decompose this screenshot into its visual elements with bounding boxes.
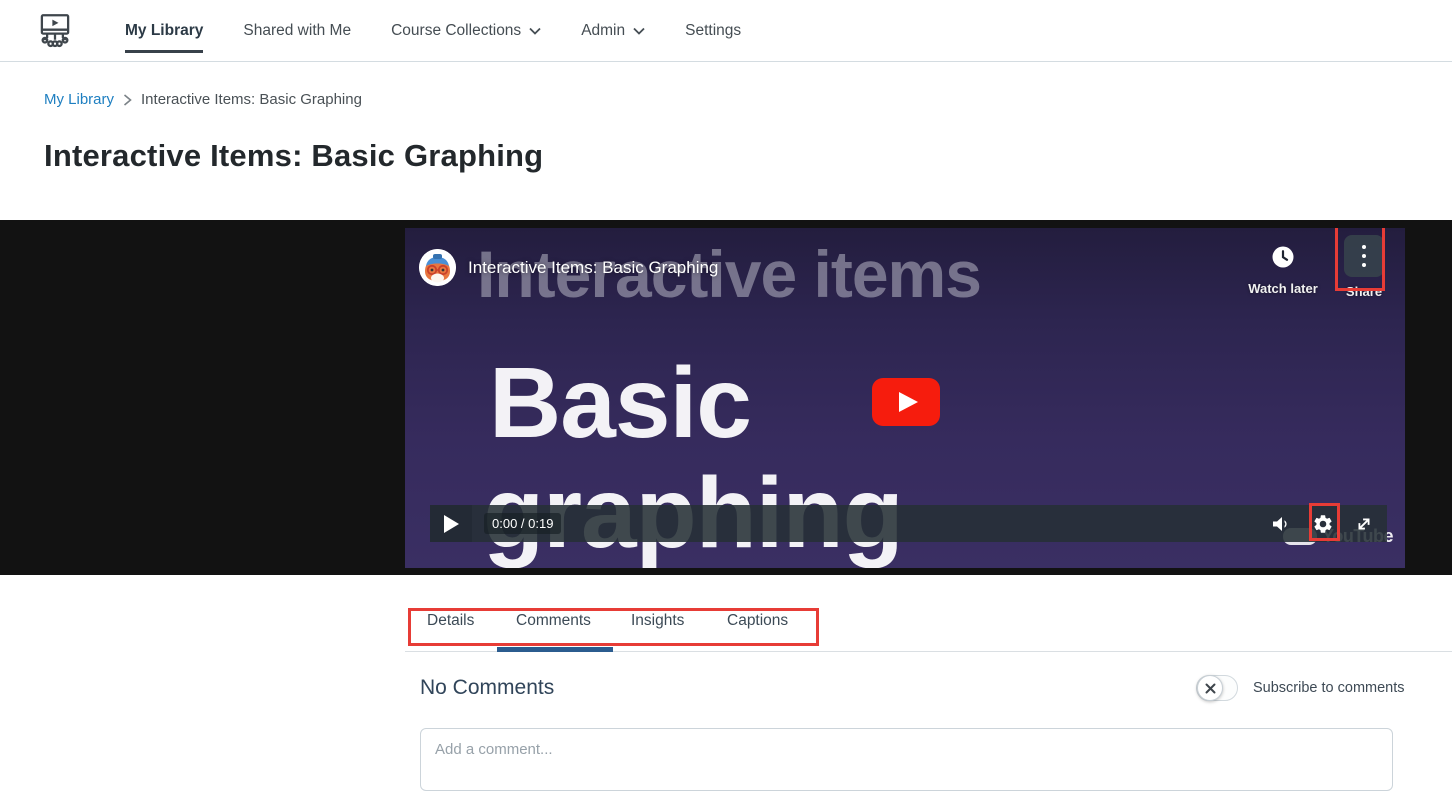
nav-settings-label: Settings (685, 22, 741, 40)
tab-comments[interactable]: Comments (516, 612, 591, 630)
nav-course-collections[interactable]: Course Collections (391, 0, 541, 61)
watch-later-label: Watch later (1243, 281, 1323, 296)
nav-my-library[interactable]: My Library (125, 0, 203, 61)
share-label: Share (1340, 284, 1388, 299)
tab-details[interactable]: Details (427, 612, 474, 630)
breadcrumb-current: Interactive Items: Basic Graphing (141, 91, 362, 108)
youtube-player[interactable]: Interactive items Basic graphing Interac… (405, 228, 1405, 568)
breadcrumb-link-my-library[interactable]: My Library (44, 91, 114, 108)
subscribe-label: Subscribe to comments (1253, 680, 1405, 696)
tab-insights[interactable]: Insights (631, 612, 684, 630)
fullscreen-icon[interactable] (1351, 511, 1377, 537)
player-right-controls (1269, 511, 1387, 537)
watch-later-button[interactable]: Watch later (1243, 245, 1323, 296)
settings-gear-icon[interactable] (1310, 511, 1336, 537)
video-bg-text-line2: Basic (489, 346, 751, 461)
nav-course-collections-label: Course Collections (391, 22, 521, 40)
no-comments-heading: No Comments (420, 676, 554, 700)
youtube-play-button[interactable] (872, 378, 940, 426)
clock-icon (1271, 245, 1295, 269)
tab-bar: Details Comments Insights Captions (0, 575, 1452, 655)
player-control-bar: 0:00 / 0:19 (430, 505, 1387, 542)
nav-shared-with-me-label: Shared with Me (243, 22, 351, 40)
chevron-down-icon (633, 27, 645, 35)
volume-icon[interactable] (1269, 511, 1295, 537)
nav-shared-with-me[interactable]: Shared with Me (243, 0, 351, 61)
active-tab-indicator (497, 647, 613, 652)
play-button[interactable] (430, 505, 472, 542)
toggle-knob[interactable] (1197, 675, 1223, 701)
nav-admin[interactable]: Admin (581, 0, 645, 61)
kebab-menu-icon[interactable] (1344, 235, 1384, 277)
nav-settings[interactable]: Settings (685, 0, 741, 61)
channel-avatar[interactable] (419, 249, 456, 286)
top-nav: My Library Shared with Me Course Collect… (0, 0, 1452, 62)
comment-input[interactable] (420, 728, 1393, 791)
share-button[interactable]: Share (1340, 235, 1388, 299)
subscribe-toggle[interactable] (1196, 675, 1238, 701)
tab-captions[interactable]: Captions (727, 612, 788, 630)
page-root: My Library Shared with Me Course Collect… (0, 0, 1452, 810)
video-band: Interactive items Basic graphing Interac… (0, 220, 1452, 575)
x-icon (1205, 683, 1216, 694)
subscribe-control: Subscribe to comments (1196, 675, 1405, 701)
chevron-down-icon (529, 27, 541, 35)
nav-my-library-label: My Library (125, 22, 203, 40)
chevron-right-icon (123, 94, 132, 106)
page-title: Interactive Items: Basic Graphing (44, 138, 543, 174)
nav-admin-label: Admin (581, 22, 625, 40)
media-library-logo-icon[interactable] (33, 9, 77, 53)
video-overlay-title[interactable]: Interactive Items: Basic Graphing (468, 258, 718, 278)
breadcrumb: My Library Interactive Items: Basic Grap… (44, 91, 362, 108)
nav-items: My Library Shared with Me Course Collect… (125, 0, 741, 61)
time-display: 0:00 / 0:19 (484, 513, 561, 534)
